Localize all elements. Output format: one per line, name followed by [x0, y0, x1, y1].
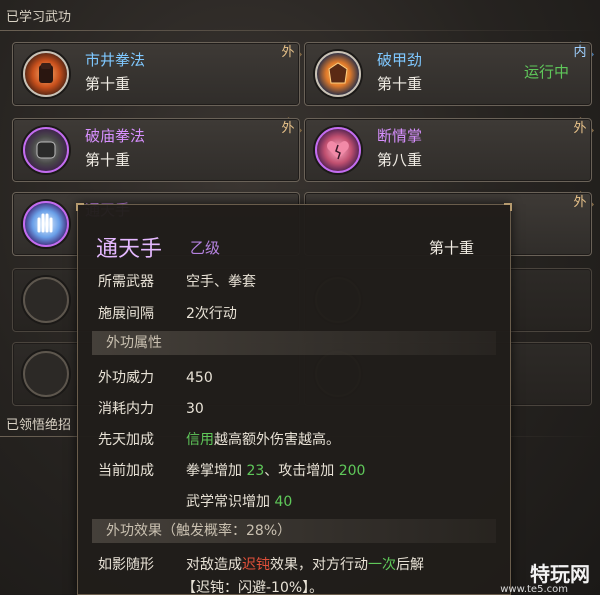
skill-tooltip: 通天手 乙级 第十重 所需武器 空手、拳套 施展间隔 2次行动 外功属性 外功威力 4… — [76, 203, 512, 595]
tooltip-title: 通天手 — [96, 237, 163, 262]
weapon-row: 所需武器 空手、拳套 — [98, 271, 256, 291]
weapon-label: 所需武器 — [98, 274, 154, 290]
section-divider — [0, 30, 600, 31]
skill-name: 破庙拳法 — [85, 127, 146, 145]
effect-green: 一次 — [368, 557, 396, 573]
bonus3-row: 武学常识增加 40 — [186, 491, 292, 511]
enlightened-section-title: 已领悟绝招 — [6, 418, 72, 433]
power-value: 450 — [186, 370, 213, 386]
sky-hand-icon — [23, 201, 69, 247]
cost-row: 消耗内力 30 — [98, 398, 204, 418]
cost-value: 30 — [186, 401, 204, 417]
bonus3-label: 武学常识增加 — [186, 494, 275, 510]
current-label: 当前加成 — [98, 463, 154, 479]
bonus2-value: 200 — [338, 463, 366, 479]
effect-text-3: 后解 — [396, 557, 424, 573]
innate-highlight: 信用 — [186, 432, 214, 448]
innate-text: 越高额外伤害越高。 — [214, 432, 340, 448]
empty-slot-icon — [23, 277, 69, 323]
innate-label: 先天加成 — [98, 432, 154, 448]
tooltip-grade: 乙级 — [190, 239, 221, 257]
watermark-url: www.te5.com — [500, 584, 568, 595]
skill-card-duanqing[interactable]: 断情掌 第八重 外 — [304, 118, 592, 182]
skill-name: 破甲劲 — [377, 51, 423, 69]
stone-fist-icon — [23, 127, 69, 173]
bonus1-value: 23 — [246, 463, 265, 479]
skill-level: 第十重 — [85, 75, 131, 93]
watermark-logo: 特玩网 — [530, 562, 590, 586]
external-tag: 外 — [276, 118, 300, 142]
current-row: 当前加成 拳掌增加 23、攻击增加 200 — [98, 460, 365, 480]
tooltip-corner — [504, 203, 512, 211]
tooltip-corner — [76, 203, 84, 211]
weapon-value: 空手、拳套 — [186, 274, 256, 290]
effect-row: 如影随形 对敌造成迟钝效果，对方行动一次后解 — [98, 554, 424, 574]
fist-burst-icon — [23, 51, 69, 97]
skill-level: 第十重 — [85, 151, 131, 169]
power-row: 外功威力 450 — [98, 367, 213, 387]
external-tag: 外 — [568, 192, 592, 216]
skill-card-pomiao[interactable]: 破庙拳法 第十重 外 — [12, 118, 300, 182]
interval-label: 施展间隔 — [98, 306, 154, 322]
empty-slot-icon — [23, 351, 69, 397]
skill-name: 市井拳法 — [85, 51, 146, 69]
effect-text-2: 效果，对方行动 — [270, 557, 368, 573]
skill-level: 第十重 — [377, 75, 423, 93]
skill-card-shijing[interactable]: 市井拳法 第十重 外 — [12, 42, 300, 106]
effect-note: 【迟钝：闪避-10%】。 — [182, 580, 324, 595]
tooltip-level: 第十重 — [428, 239, 474, 257]
external-tag: 外 — [276, 42, 300, 66]
attr-header: 外功属性 — [92, 331, 496, 355]
skill-level: 第八重 — [377, 151, 423, 169]
interval-row: 施展间隔 2次行动 — [98, 303, 237, 323]
running-status: 运行中 — [523, 63, 569, 81]
learned-section-title: 已学习武功 — [6, 10, 72, 25]
effect-red: 迟钝 — [242, 557, 270, 573]
bonus2-label: 、攻击增加 — [264, 463, 339, 479]
skill-card-pojiajin[interactable]: 破甲劲 第十重 运行中 内 — [304, 42, 592, 106]
bonus3-value: 40 — [274, 494, 293, 510]
external-tag: 外 — [568, 118, 592, 142]
effect-text-1: 对敌造成 — [186, 557, 242, 573]
interval-value: 2次行动 — [186, 306, 237, 322]
effect-header: 外功效果（触发概率：28%） — [92, 519, 496, 543]
innate-row: 先天加成 信用越高额外伤害越高。 — [98, 429, 340, 449]
bonus1-label: 拳掌增加 — [186, 463, 247, 479]
skill-name: 断情掌 — [377, 127, 423, 145]
internal-tag: 内 — [568, 42, 592, 66]
power-label: 外功威力 — [98, 370, 154, 386]
cost-label: 消耗内力 — [98, 401, 154, 417]
broken-heart-palm-icon — [315, 127, 361, 173]
effect-name: 如影随形 — [98, 557, 154, 573]
armor-break-icon — [315, 51, 361, 97]
